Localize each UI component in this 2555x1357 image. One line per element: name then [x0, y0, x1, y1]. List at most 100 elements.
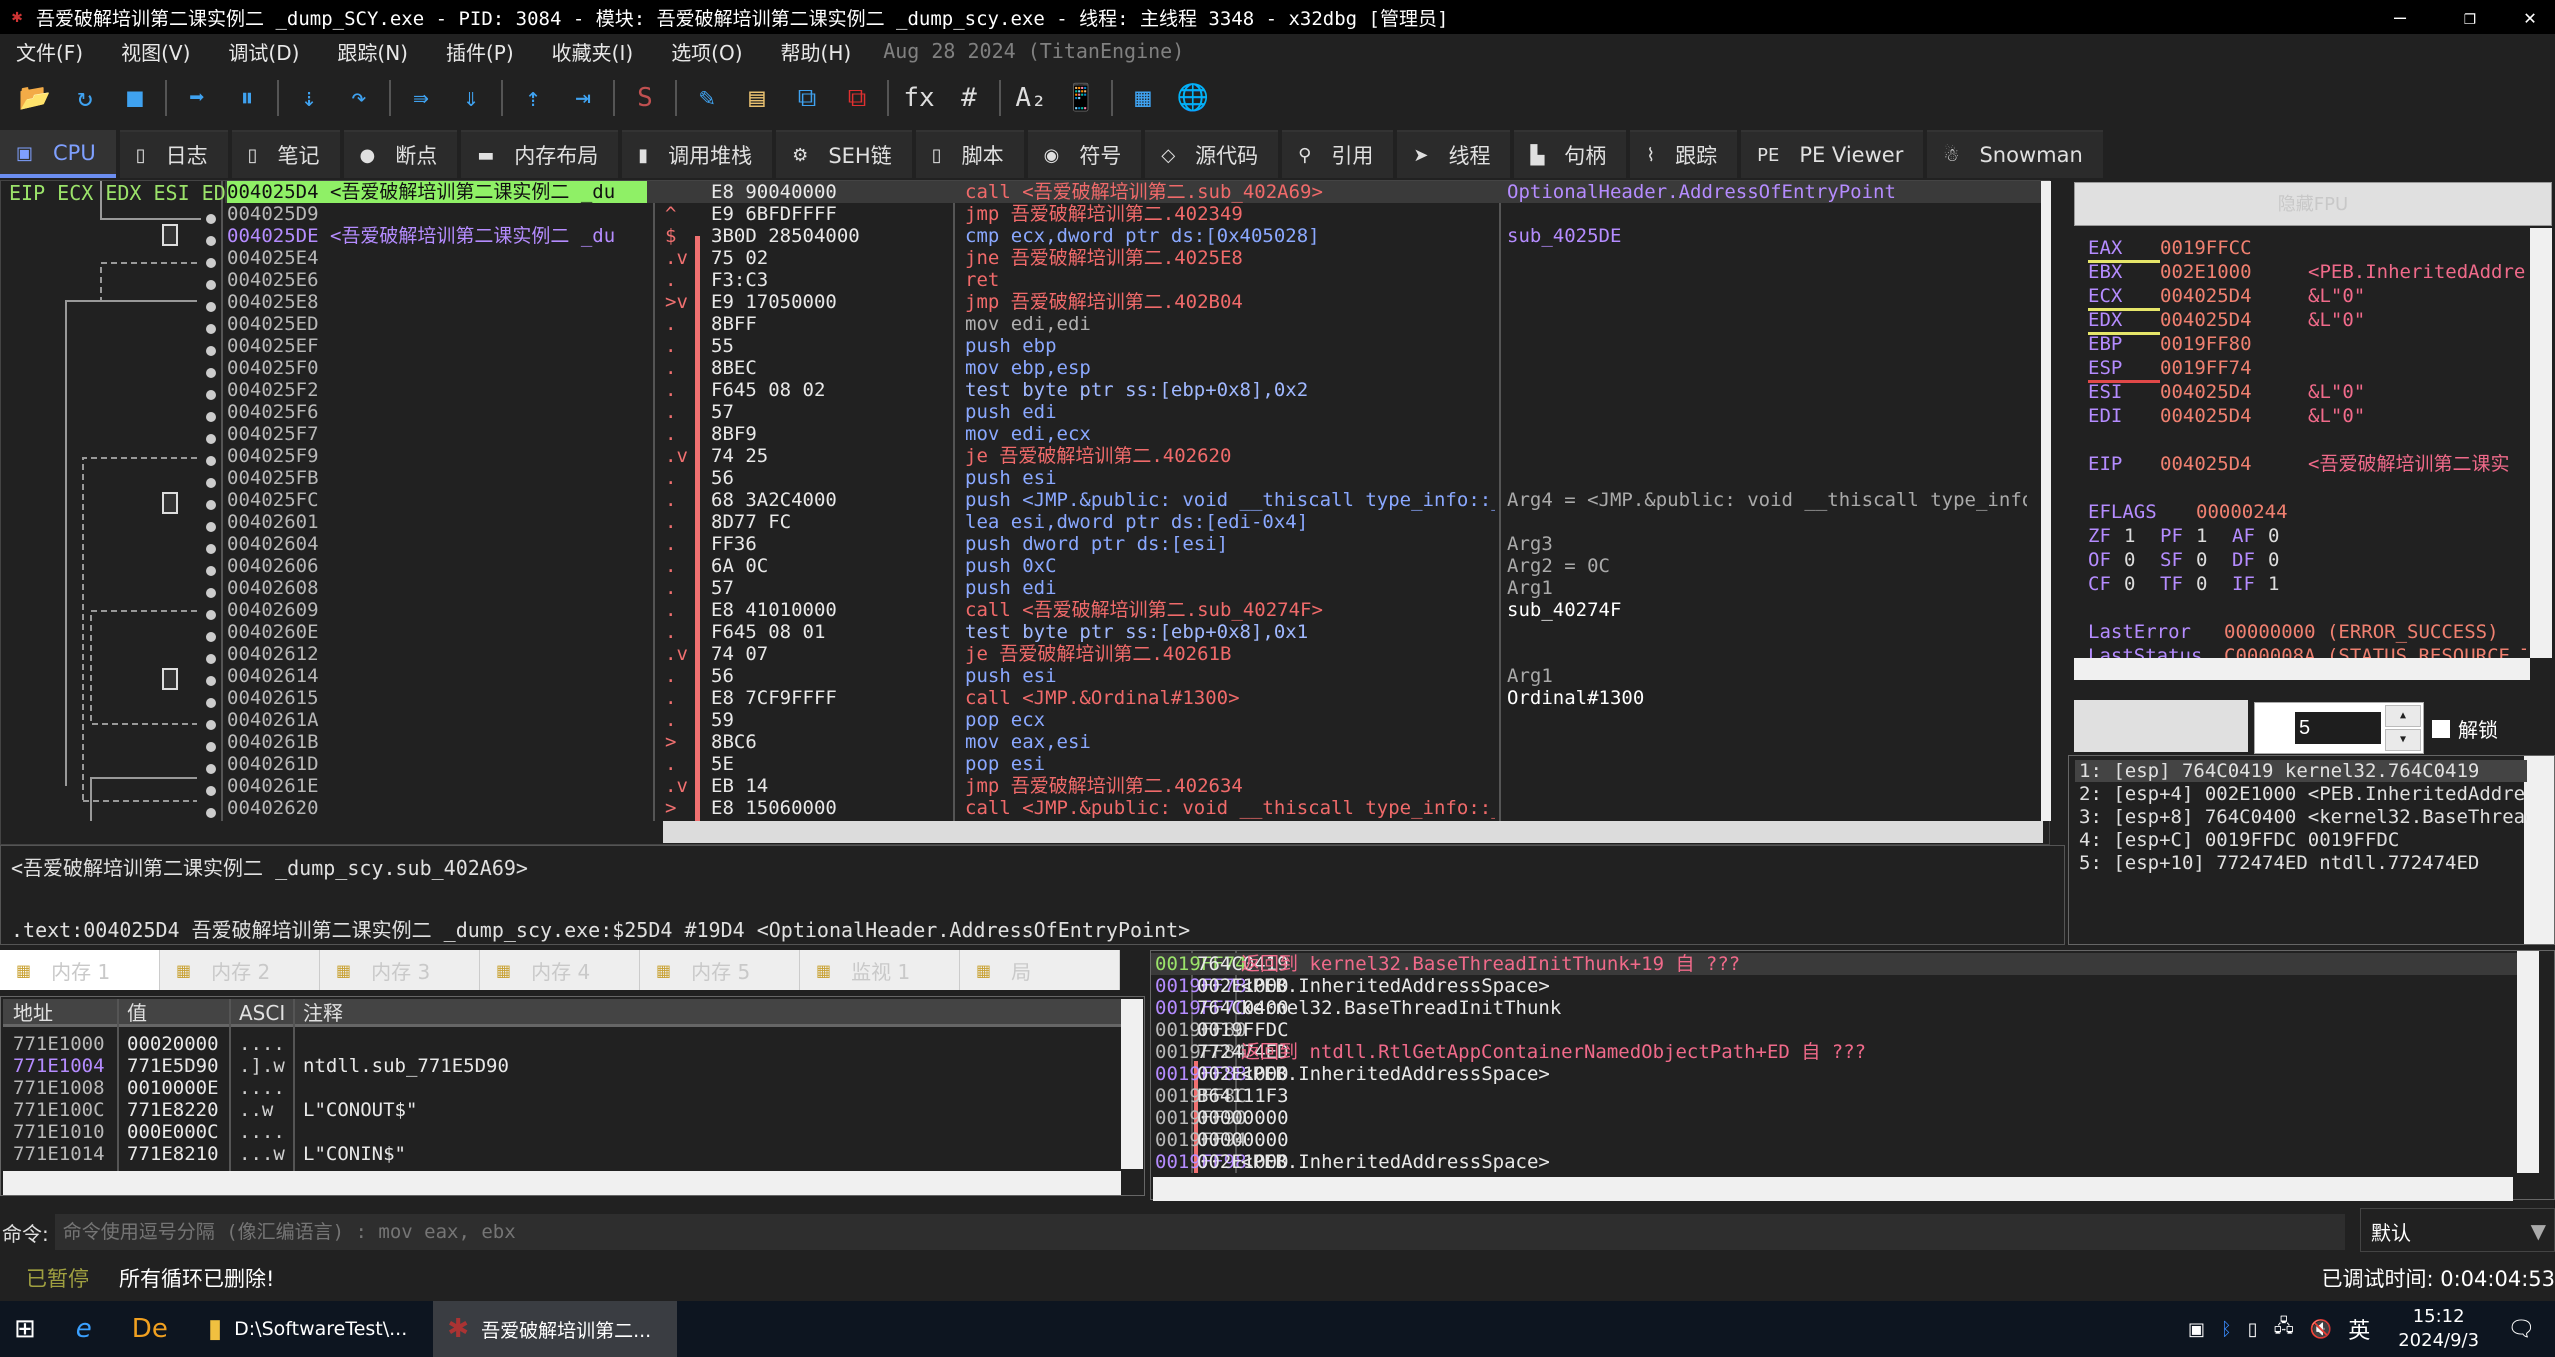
disassembly-row[interactable]: 004025F7. 8BF9 mov edi,ecx	[225, 423, 2041, 445]
register-value[interactable]: 0019FF80	[2160, 332, 2308, 356]
memory-row[interactable]: 771E1000 00020000....	[3, 1033, 1121, 1055]
stack-row[interactable]: 0019FF7C 764C0400 kernel32.BaseThreadInitT…	[1151, 997, 2517, 1019]
network-icon[interactable]: 🖧	[2274, 1314, 2294, 1344]
menu-help[interactable]: 帮助(H)	[765, 37, 874, 66]
stack-row[interactable]: 0019FF90 00000000	[1151, 1107, 2517, 1129]
disassembly-row[interactable]: 00402614. 56 push esi Arg1	[225, 665, 2041, 687]
tab-跟踪[interactable]: ⌇ 跟踪	[1630, 130, 1738, 178]
taskbar-item-de[interactable]: De	[118, 1301, 194, 1357]
stack-row[interactable]: 0019FF80 0019FFDC	[1151, 1019, 2517, 1041]
stack-horizontal-scrollbar[interactable]	[1153, 1177, 2513, 1201]
register-value[interactable]: 002E1000	[2160, 260, 2308, 284]
disassembly-horizontal-scrollbar[interactable]	[663, 821, 2043, 843]
hash-button[interactable]: #	[944, 76, 994, 120]
disassembly-row[interactable]: 004025FB. 56 push esi	[225, 467, 2041, 489]
flag-value[interactable]: 0	[2124, 572, 2160, 596]
flag-value[interactable]: 0	[2268, 548, 2304, 572]
memory-tab[interactable]: ▦ 局	[960, 950, 1120, 990]
globe-button[interactable]: 🌐	[1168, 76, 1218, 120]
tab-脚本[interactable]: ▯ 脚本	[915, 130, 1024, 178]
disassembly-vertical-scrollbar[interactable]	[2041, 181, 2051, 821]
memory-tab[interactable]: ▦ 内存 5	[640, 950, 800, 990]
disassembly-row[interactable]: 004025D9 ^ E9 6BFDFFFF jmp 吾爱破解培训第二.402349	[225, 203, 2041, 225]
run-to-user-code-button[interactable]: ⇥	[558, 76, 608, 120]
registers-vertical-scrollbar[interactable]	[2530, 228, 2552, 658]
menu-favourites[interactable]: 收藏夹(I)	[536, 37, 656, 66]
menu-plugins[interactable]: 插件(P)	[430, 37, 536, 66]
memory-dump-pane[interactable]: 地址 值 ASCI 注释 771E1000 00020000.... 771E100…	[0, 996, 1145, 1196]
registers-horizontal-scrollbar[interactable]	[2074, 658, 2530, 680]
disassembly-row[interactable]: 004025F0. 8BEC mov ebp,esp	[225, 357, 2041, 379]
disassembly-row[interactable]: 0040261A. 59 pop ecx	[225, 709, 2041, 731]
minimize-button[interactable]: —	[2365, 0, 2435, 34]
disassembly-row[interactable]: 004025F2. F645 08 02 test byte ptr ss:[ebp…	[225, 379, 2041, 401]
memory-row[interactable]: 771E1010 000E000C....	[3, 1121, 1121, 1143]
tab-引用[interactable]: ⚲ 引用	[1282, 130, 1394, 178]
disassembly-row[interactable]: 004025D4 <吾爱破解培训第二课实例二 _du E8 90040000 cal…	[225, 181, 2041, 203]
memory-row[interactable]: 771E1014 771E8210 ...w L"CONIN$"	[3, 1143, 1121, 1165]
step-over-button[interactable]: ↷	[334, 76, 384, 120]
register-row[interactable]: EBP 0019FF80	[2088, 332, 2308, 356]
execute-till-return-button[interactable]: ⇡	[508, 76, 558, 120]
volume-muted-icon[interactable]: 🔇	[2310, 1319, 2332, 1340]
header-comment[interactable]: 注释	[303, 999, 343, 1027]
stack-row[interactable]: 0019FF84 772474ED 返回到 ntdll.RtlGetAppConta…	[1151, 1041, 2517, 1063]
flag-value[interactable]: 1	[2124, 524, 2160, 548]
flag-value[interactable]: 0	[2196, 572, 2232, 596]
checkbox-box[interactable]	[2432, 719, 2450, 738]
stack-row[interactable]: 0019FF94 00000000	[1151, 1129, 2517, 1151]
header-value[interactable]: 值	[127, 999, 147, 1027]
strings-button[interactable]: A₂	[1006, 76, 1056, 120]
disassembly-row[interactable]: 004025E8 >v E9 17050000 jmp 吾爱破解培训第二.402B04	[225, 291, 2041, 313]
stop-button[interactable]: ■	[110, 76, 160, 120]
unlock-checkbox[interactable]: 解锁	[2432, 714, 2498, 743]
disassembly-view[interactable]: 004025D4 <吾爱破解培训第二课实例二 _du E8 90040000 cal…	[225, 181, 2041, 821]
stack-vertical-scrollbar[interactable]	[2517, 951, 2539, 1173]
register-value[interactable]: 004025D4	[2160, 452, 2308, 476]
disassembly-row[interactable]: 004025DE <吾爱破解培训第二课实例二 _du $3B0D 28504000…	[225, 225, 2041, 247]
disassembly-row[interactable]: 0040260E. F645 08 01 test byte ptr ss:[ebp…	[225, 621, 2041, 643]
tab-cpu[interactable]: ▣ CPU	[0, 130, 116, 178]
stack-row[interactable]: 0019FF8C B64111F3	[1151, 1085, 2517, 1107]
header-address[interactable]: 地址	[13, 999, 53, 1027]
clock[interactable]: 15:12 2024/9/3	[2398, 1305, 2479, 1353]
calling-convention-select[interactable]	[2074, 700, 2248, 752]
memory-horizontal-scrollbar[interactable]	[3, 1171, 1121, 1195]
disassembly-row[interactable]: 0040261D. 5E pop esi	[225, 753, 2041, 775]
tab-日志[interactable]: ▯ 日志	[119, 130, 228, 178]
hide-fpu-button[interactable]: 隐藏FPU	[2074, 182, 2552, 226]
register-row[interactable]: ESI 004025D4 &L"0"	[2088, 380, 2365, 404]
memory-tab[interactable]: ▦ 内存 1	[0, 950, 160, 990]
register-row[interactable]: EFLAGS 00000244	[2088, 500, 2344, 524]
run-button[interactable]: ➡	[172, 76, 222, 120]
memory-vertical-scrollbar[interactable]	[1121, 999, 1143, 1169]
disassembly-row[interactable]: 004025E4 .v 75 02 jne 吾爱破解培训第二.4025E8	[225, 247, 2041, 269]
register-row[interactable]: EBX 002E1000 <PEB.InheritedAddres	[2088, 260, 2526, 284]
disassembly-row[interactable]: 004025ED. 8BFF mov edi,edi	[225, 313, 2041, 335]
tab-句柄[interactable]: ▙ 句柄	[1514, 130, 1627, 178]
tab-源代码[interactable]: ◇ 源代码	[1145, 130, 1279, 178]
functions-button[interactable]: fx	[894, 76, 944, 120]
arguments-scrollbar[interactable]	[2524, 756, 2554, 944]
taskbar-item-ie[interactable]: e	[62, 1301, 118, 1357]
registers-view[interactable]: EAX 0019FFCC EBX 002E1000 <PEB.InheritedAddr…	[2074, 228, 2526, 658]
menu-file[interactable]: 文件(F)	[0, 37, 105, 66]
register-value[interactable]: 00000244	[2196, 500, 2344, 524]
stack-row[interactable]: 0019FF98 002E1000 <PEB.InheritedAddressSpa…	[1151, 1151, 2517, 1173]
flag-value[interactable]: 1	[2196, 524, 2232, 548]
memory-tab[interactable]: ▦ 内存 4	[480, 950, 640, 990]
command-input[interactable]	[54, 1214, 2345, 1250]
usb-icon[interactable]: ▯	[2248, 1319, 2258, 1340]
register-row[interactable]: EIP 004025D4 <吾爱破解培训第二课实	[2088, 452, 2509, 476]
bluetooth-icon[interactable]: ᛒ	[2221, 1319, 2232, 1340]
flag-value[interactable]: 0	[2124, 548, 2160, 572]
memory-row[interactable]: 771E1008 0010000E....	[3, 1077, 1121, 1099]
disassembly-row[interactable]: 00402620 > E8 15060000 call <JMP.&public: v…	[225, 797, 2041, 819]
argument-row[interactable]: 4: [esp+C] 0019FFDC 0019FFDC	[2075, 829, 2527, 851]
disassembly-row[interactable]: 00402601. 8D77 FC lea esi,dword ptr ds:[ed…	[225, 511, 2041, 533]
phone-button[interactable]: 📱	[1056, 76, 1106, 120]
labels-button[interactable]: ⧉	[782, 76, 832, 120]
disassembly-row[interactable]: 004025EF. 55 push ebp	[225, 335, 2041, 357]
tab-断点[interactable]: ● 断点	[343, 130, 458, 178]
taskbar-item-start[interactable]: ⊞	[0, 1301, 62, 1357]
